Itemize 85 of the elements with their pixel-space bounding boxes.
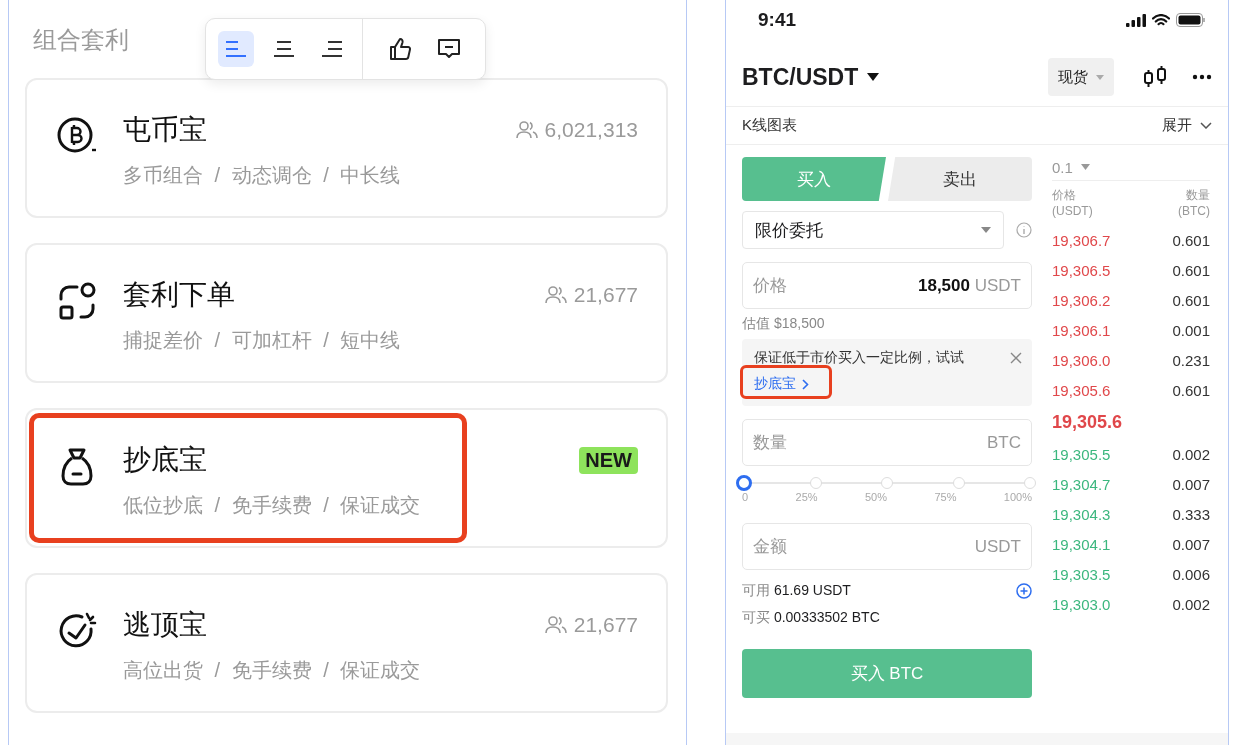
last-price: 19,305.6 bbox=[1052, 410, 1124, 434]
status-time: 9:41 bbox=[758, 9, 797, 31]
ask-price: 19,306.5 bbox=[1052, 261, 1111, 279]
slider-stop[interactable] bbox=[1024, 477, 1036, 489]
product-tags: 捕捉差价 / 可加杠杆 / 短中线 bbox=[123, 327, 638, 354]
product-card[interactable]: 套利下单 21,677 捕捉差价 / 可加杠杆 / 短中线 bbox=[25, 243, 668, 383]
new-badge: NEW bbox=[579, 446, 638, 474]
info-icon bbox=[1016, 222, 1032, 238]
slider-tick-label: 100% bbox=[1003, 491, 1032, 503]
product-tags: 低位抄底 / 免手续费 / 保证成交 bbox=[123, 492, 638, 519]
bid-price: 19,304.3 bbox=[1052, 505, 1111, 523]
slider-thumb[interactable] bbox=[736, 475, 752, 491]
users-icon bbox=[543, 285, 568, 305]
user-count: 21,677 bbox=[573, 283, 638, 307]
ask-price: 19,306.1 bbox=[1052, 321, 1111, 339]
slider-tick-label: 25% bbox=[795, 491, 818, 503]
buyable-amount: 可买 0.00333502 BTC bbox=[742, 609, 881, 627]
user-count: 21,677 bbox=[573, 613, 638, 637]
order-amount: 0.007 bbox=[1172, 535, 1210, 553]
amount-column-header: 数量 (BTC) bbox=[1178, 187, 1210, 219]
more-icon[interactable] bbox=[1192, 74, 1212, 80]
bid-price: 19,304.1 bbox=[1052, 535, 1111, 553]
slider-stop[interactable] bbox=[881, 477, 893, 489]
price-field[interactable]: 价格 18,500 USDT bbox=[742, 262, 1032, 309]
slider-tick-label: 0 bbox=[742, 491, 749, 503]
order-amount: 0.601 bbox=[1172, 291, 1210, 309]
add-icon[interactable] bbox=[1016, 583, 1032, 599]
bid-price: 19,305.5 bbox=[1052, 445, 1111, 463]
align-left-button[interactable] bbox=[218, 31, 254, 67]
chart-label: K线图表 bbox=[742, 116, 797, 135]
product-name: 逃顶宝 bbox=[123, 608, 207, 642]
product-name: 屯币宝 bbox=[123, 113, 207, 147]
ask-price: 19,306.2 bbox=[1052, 291, 1111, 309]
order-amount: 0.601 bbox=[1172, 231, 1210, 249]
market-dropdown[interactable]: 现货 bbox=[1048, 58, 1114, 96]
order-amount: 0.231 bbox=[1172, 351, 1210, 369]
product-tags: 多币组合 / 动态调仓 / 中长线 bbox=[123, 162, 638, 189]
available-balance: 可用 61.69 USDT bbox=[742, 582, 851, 600]
users-icon bbox=[514, 120, 539, 140]
close-icon[interactable] bbox=[1010, 352, 1022, 364]
candlestick-icon[interactable] bbox=[1142, 65, 1168, 89]
caret-icon bbox=[1096, 74, 1104, 80]
order-amount: 0.006 bbox=[1172, 565, 1210, 583]
chevron-right-icon bbox=[802, 378, 809, 390]
tip-link[interactable]: 抄底宝 bbox=[754, 373, 809, 395]
users-icon bbox=[543, 615, 568, 635]
ask-price: 19,306.7 bbox=[1052, 231, 1111, 249]
caret-icon bbox=[1080, 164, 1090, 170]
section-title: 组合套利 bbox=[33, 25, 129, 55]
user-count: 6,021,313 bbox=[544, 118, 638, 142]
chevron-down-icon bbox=[1200, 122, 1212, 129]
order-amount: 0.601 bbox=[1172, 261, 1210, 279]
bid-price: 19,303.5 bbox=[1052, 565, 1111, 583]
order-amount: 0.001 bbox=[1172, 321, 1210, 339]
battery-icon bbox=[1176, 13, 1206, 27]
order-amount: 0.002 bbox=[1172, 445, 1210, 463]
product-card[interactable]: 抄底宝 NEW 低位抄底 / 免手续费 / 保证成交 bbox=[25, 408, 668, 548]
product-tags: 高位出货 / 免手续费 / 保证成交 bbox=[123, 657, 638, 684]
estimate-text: 估值 $18,500 bbox=[742, 315, 826, 333]
product-card[interactable]: 逃顶宝 21,677 高位出货 / 免手续费 / 保证成交 bbox=[25, 573, 668, 713]
ask-price: 19,305.6 bbox=[1052, 381, 1111, 399]
trading-pair[interactable]: BTC/USDT bbox=[742, 63, 859, 91]
signal-icon bbox=[1126, 13, 1146, 27]
bid-price: 19,304.7 bbox=[1052, 475, 1111, 493]
price-column-header: 价格 (USDT) bbox=[1052, 187, 1093, 219]
slider-stop[interactable] bbox=[952, 477, 965, 489]
order-type-select[interactable]: 限价委托 bbox=[742, 211, 1004, 249]
bid-price: 19,303.0 bbox=[1052, 595, 1111, 613]
slider-tick-label: 50% bbox=[864, 491, 887, 503]
order-amount: 0.601 bbox=[1172, 381, 1210, 399]
tip-text: 保证低于市价买入一定比例，试试 bbox=[754, 349, 964, 367]
caret-icon bbox=[866, 72, 881, 82]
order-amount: 0.002 bbox=[1172, 595, 1210, 613]
sell-tab[interactable]: 卖出 bbox=[888, 157, 1032, 201]
expand-toggle[interactable]: 展开 bbox=[1162, 116, 1212, 135]
order-amount: 0.007 bbox=[1172, 475, 1210, 493]
wifi-icon bbox=[1152, 13, 1170, 27]
ask-price: 19,306.0 bbox=[1052, 351, 1111, 369]
order-amount: 0.333 bbox=[1172, 505, 1210, 523]
product-name: 抄底宝 bbox=[123, 443, 207, 477]
caret-icon bbox=[981, 227, 991, 233]
slider-stop[interactable] bbox=[809, 477, 822, 489]
thumbs-up-icon bbox=[388, 36, 414, 62]
slider-tick-label: 75% bbox=[934, 491, 957, 503]
product-name: 套利下单 bbox=[123, 278, 235, 312]
